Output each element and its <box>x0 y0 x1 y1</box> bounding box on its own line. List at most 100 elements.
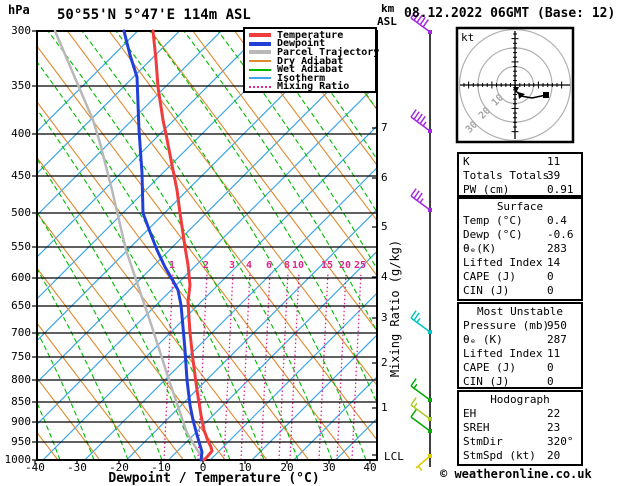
datetime-label: 08.12.2022 06GMT (Base: 12) <box>404 6 616 21</box>
sounding-app: hPa 50°55'N 5°47'E 114m ASL km ASL 08.12… <box>0 0 629 486</box>
stats-value: 320° <box>547 435 574 448</box>
stats-value: 11 <box>547 155 561 168</box>
legend-line-sample <box>249 60 271 63</box>
stats-label: CAPE (J) <box>463 361 516 374</box>
stats-row: StmDir 320° <box>459 435 581 449</box>
stats-value: 22 <box>547 407 561 420</box>
temperature-tick-label: 40 <box>363 461 377 474</box>
stats-row: CAPE (J) 0 <box>459 361 581 375</box>
pressure-tick-label: 750 <box>11 350 31 363</box>
pressure-tick-label: 300 <box>11 24 31 37</box>
km-tick-label: 2 <box>381 356 388 369</box>
stats-row: Pressure (mb) 950 <box>459 319 581 333</box>
stats-value: 14 <box>547 256 561 269</box>
stats-table-header: Hodograph <box>490 393 550 406</box>
stats-label: StmSpd (kt) <box>463 449 536 462</box>
stats-value: 950 <box>547 319 567 332</box>
stats-value: 0 <box>547 284 554 297</box>
legend-line-sample <box>249 50 271 55</box>
km-tick-label: 4 <box>381 270 388 283</box>
pressure-tick-label: 900 <box>11 415 31 428</box>
stats-value: 287 <box>547 333 567 346</box>
stats-row: CAPE (J) 0 <box>459 270 581 284</box>
stats-label: SREH <box>463 421 490 434</box>
legend-item-label: Mixing Ratio <box>277 81 350 93</box>
stats-row: θₑ (K) 287 <box>459 333 581 347</box>
stats-value: 0 <box>547 375 554 388</box>
legend-item: Mixing Ratio <box>249 81 375 93</box>
legend-line-sample <box>249 33 271 38</box>
pressure-tick-label: 850 <box>11 395 31 408</box>
chart-title: 50°55'N 5°47'E 114m ASL <box>57 7 251 23</box>
hodograph-kt-label: kt <box>461 31 475 44</box>
pressure-tick-label: 500 <box>11 206 31 219</box>
km-tick-label: 5 <box>381 220 388 233</box>
mixing-ratio-label: 10 <box>292 260 305 271</box>
stats-label: Totals Totals <box>463 169 550 182</box>
lcl-label: LCL <box>384 450 404 463</box>
pressure-tick-label: 600 <box>11 271 31 284</box>
stats-row: StmSpd (kt) 20 <box>459 449 581 463</box>
stats-value: 283 <box>547 242 567 255</box>
stats-table-header: Most Unstable <box>476 305 564 318</box>
stats-value: 0 <box>547 361 554 374</box>
stats-label: K <box>463 155 470 168</box>
mixing-ratio-label: 6 <box>265 260 273 271</box>
stats-label: EH <box>463 407 477 420</box>
stats-value: 0.91 <box>547 183 574 196</box>
stats-label: CIN (J) <box>463 375 510 388</box>
stats-row: Lifted Index 14 <box>459 256 581 270</box>
stats-label: StmDir <box>463 435 503 448</box>
pressure-tick-label: 400 <box>11 127 31 140</box>
stats-value: 0.4 <box>547 214 567 227</box>
mixing-ratio-label: 3 <box>228 260 236 271</box>
km-tick-label: 1 <box>381 401 388 414</box>
stats-row: θₑ(K) 283 <box>459 242 581 256</box>
stats-label: PW (cm) <box>463 183 510 196</box>
copyright: © weatheronline.co.uk <box>440 467 592 481</box>
stats-value: 39 <box>547 169 561 182</box>
asl-unit-label: ASL <box>377 15 397 28</box>
pressure-tick-label: 350 <box>11 79 31 92</box>
stats-label: Temp (°C) <box>463 214 523 227</box>
legend-line-sample <box>249 68 271 71</box>
x-axis-title: Dewpoint / Temperature (°C) <box>108 471 320 486</box>
mixing-ratio-label: 1 <box>168 260 176 271</box>
stats-label: Lifted Index <box>463 347 543 360</box>
stats-label: Dewp (°C) <box>463 228 523 241</box>
legend-line-sample <box>249 77 271 80</box>
stats-row: K 11 <box>459 155 581 169</box>
stats-value: 20 <box>547 449 561 462</box>
mixing-ratio-label: 20 <box>339 260 352 271</box>
stats-label: Lifted Index <box>463 256 543 269</box>
stats-label: Pressure (mb) <box>463 319 550 332</box>
stats-row: PW (cm) 0.91 <box>459 183 581 197</box>
legend: Temperature Dewpoint Parcel Trajectory Dry … <box>243 27 379 93</box>
stats-row: Totals Totals 39 <box>459 169 581 183</box>
stats-row: Temp (°C) 0.4 <box>459 214 581 228</box>
stats-row: CIN (J) 0 <box>459 375 581 389</box>
stats-value: 0 <box>547 270 554 283</box>
stats-table: Most Unstable Pressure (mb) 950 θₑ (K) 287 Li… <box>457 302 583 389</box>
stats-row: EH 22 <box>459 407 581 421</box>
stats-value: -0.6 <box>547 228 574 241</box>
mixing-ratio-label: 4 <box>245 260 253 271</box>
stats-table: Hodograph EH 22 SREH 23 StmDir 320° StmSpd (kt)… <box>457 390 583 466</box>
stats-row: CIN (J) 0 <box>459 284 581 298</box>
mixing-ratio-label: 15 <box>321 260 334 271</box>
stats-label: CIN (J) <box>463 284 510 297</box>
km-unit-label: km <box>381 2 395 15</box>
stats-row: Dewp (°C) -0.6 <box>459 228 581 242</box>
stats-label: θₑ (K) <box>463 333 503 346</box>
km-tick-label: 3 <box>381 311 388 324</box>
stats-table: K 11 Totals Totals 39 PW (cm) 0.91 <box>457 152 583 197</box>
pressure-tick-label: 550 <box>11 240 31 253</box>
legend-line-sample <box>249 41 271 46</box>
km-tick-label: 6 <box>381 171 388 184</box>
stats-label: θₑ(K) <box>463 242 497 255</box>
stats-row: Lifted Index 11 <box>459 347 581 361</box>
stats-table-header: Surface <box>496 200 544 213</box>
km-tick-label: 7 <box>381 121 388 134</box>
pressure-tick-label: 700 <box>11 326 31 339</box>
mixing-ratio-axis-title: Mixing Ratio (g/kg) <box>388 239 402 378</box>
